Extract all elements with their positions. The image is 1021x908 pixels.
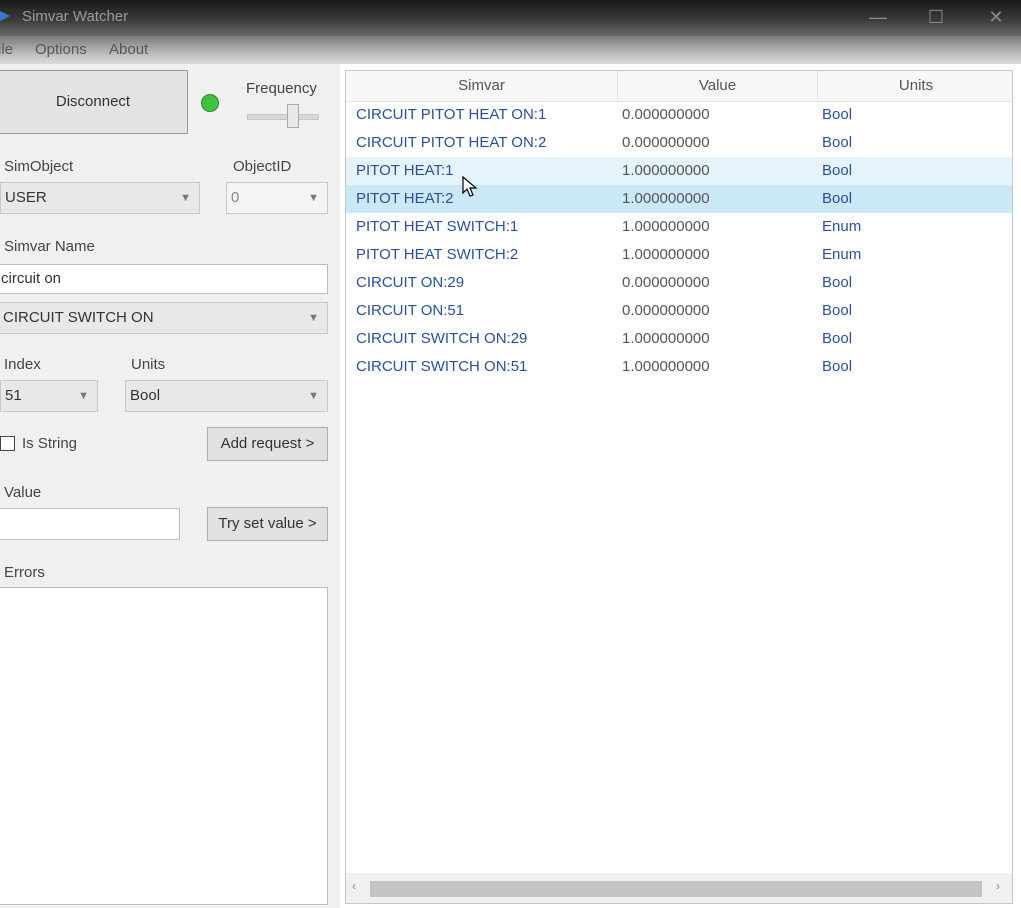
simobject-value: USER bbox=[5, 189, 47, 206]
simvar-cell: CIRCUIT SWITCH ON:51 bbox=[356, 358, 528, 375]
frequency-slider-thumb[interactable] bbox=[287, 104, 299, 128]
column-header-simvar[interactable]: Simvar bbox=[346, 71, 618, 101]
menu-bar: ile Options About bbox=[0, 36, 1021, 64]
objectid-label: ObjectID bbox=[233, 158, 292, 175]
chevron-down-icon: ▼ bbox=[308, 192, 319, 204]
frequency-label: Frequency bbox=[246, 80, 317, 97]
value-cell: 0.000000000 bbox=[622, 302, 710, 319]
mouse-cursor-icon bbox=[462, 176, 478, 197]
app-icon bbox=[0, 11, 10, 21]
simvar-select[interactable]: CIRCUIT SWITCH ON ▼ bbox=[0, 302, 328, 334]
errors-label: Errors bbox=[4, 564, 45, 581]
index-select[interactable]: 51 ▼ bbox=[0, 380, 98, 412]
units-cell: Bool bbox=[822, 274, 853, 291]
simvar-select-value: CIRCUIT SWITCH ON bbox=[3, 309, 154, 326]
try-set-value-button[interactable]: Try set value > bbox=[207, 507, 328, 541]
table-row[interactable]: CIRCUIT ON:29 0.000000000 Bool bbox=[346, 269, 1012, 297]
units-cell: Bool bbox=[822, 134, 853, 151]
scroll-right-icon[interactable]: › bbox=[996, 879, 1000, 893]
value-cell: 1.000000000 bbox=[622, 358, 710, 375]
scrollbar-thumb[interactable] bbox=[370, 881, 982, 897]
connection-status-indicator bbox=[201, 94, 219, 112]
value-cell: 1.000000000 bbox=[622, 330, 710, 347]
menu-about[interactable]: About bbox=[109, 41, 148, 58]
disconnect-button[interactable]: Disconnect bbox=[0, 70, 188, 134]
table-row[interactable]: PITOT HEAT:1 1.000000000 Bool bbox=[346, 157, 1012, 185]
units-label: Units bbox=[131, 356, 166, 373]
minimize-button[interactable]: — bbox=[858, 4, 898, 30]
simvar-cell: PITOT HEAT:2 bbox=[356, 190, 454, 207]
table-row[interactable]: CIRCUIT ON:51 0.000000000 Bool bbox=[346, 297, 1012, 325]
table-row[interactable]: CIRCUIT PITOT HEAT ON:1 0.000000000 Bool bbox=[346, 101, 1012, 129]
frequency-slider-track[interactable] bbox=[247, 114, 319, 120]
maximize-button[interactable]: ☐ bbox=[916, 4, 956, 30]
table-row[interactable]: CIRCUIT SWITCH ON:29 1.000000000 Bool bbox=[346, 325, 1012, 353]
value-label: Value bbox=[4, 484, 42, 501]
table-row[interactable]: PITOT HEAT:2 1.000000000 Bool bbox=[346, 185, 1012, 213]
control-panel: Disconnect Frequency SimObject USER ▼ Ob… bbox=[0, 64, 340, 908]
simvar-cell: PITOT HEAT SWITCH:2 bbox=[356, 246, 519, 263]
objectid-value: 0 bbox=[231, 189, 240, 206]
units-select[interactable]: Bool ▼ bbox=[125, 380, 328, 412]
index-value: 51 bbox=[5, 387, 22, 404]
simvar-name-input[interactable]: circuit on bbox=[0, 264, 328, 294]
value-cell: 0.000000000 bbox=[622, 274, 710, 291]
simobject-select[interactable]: USER ▼ bbox=[0, 182, 200, 214]
simvar-cell: CIRCUIT SWITCH ON:29 bbox=[356, 330, 528, 347]
column-header-units[interactable]: Units bbox=[818, 71, 1012, 101]
is-string-checkbox[interactable] bbox=[0, 436, 15, 451]
units-cell: Bool bbox=[822, 358, 853, 375]
units-value: Bool bbox=[130, 387, 161, 404]
table-row[interactable]: CIRCUIT SWITCH ON:51 1.000000000 Bool bbox=[346, 353, 1012, 381]
units-cell: Bool bbox=[822, 330, 853, 347]
units-cell: Bool bbox=[822, 190, 853, 207]
units-cell: Enum bbox=[822, 246, 862, 263]
value-cell: 1.000000000 bbox=[622, 218, 710, 235]
value-cell: 0.000000000 bbox=[622, 134, 710, 151]
simobject-label: SimObject bbox=[4, 158, 74, 175]
units-cell: Bool bbox=[822, 162, 853, 179]
objectid-select[interactable]: 0 ▼ bbox=[226, 182, 328, 214]
simvar-cell: PITOT HEAT SWITCH:1 bbox=[356, 218, 519, 235]
menu-file[interactable]: ile bbox=[0, 41, 13, 58]
is-string-label: Is String bbox=[22, 435, 78, 452]
chevron-down-icon: ▼ bbox=[308, 390, 319, 402]
units-cell: Bool bbox=[822, 106, 853, 123]
simvar-cell: CIRCUIT ON:51 bbox=[356, 302, 465, 319]
value-cell: 1.000000000 bbox=[622, 246, 710, 263]
index-label: Index bbox=[4, 356, 41, 373]
units-cell: Bool bbox=[822, 302, 853, 319]
simvar-cell: CIRCUIT PITOT HEAT ON:1 bbox=[356, 106, 547, 123]
table-header: Simvar Value Units bbox=[346, 71, 1012, 102]
simvar-cell: CIRCUIT ON:29 bbox=[356, 274, 465, 291]
simvar-name-label: Simvar Name bbox=[4, 238, 95, 255]
table-row[interactable]: CIRCUIT PITOT HEAT ON:2 0.000000000 Bool bbox=[346, 129, 1012, 157]
simvar-cell: PITOT HEAT:1 bbox=[356, 162, 454, 179]
value-cell: 0.000000000 bbox=[622, 106, 710, 123]
errors-textarea[interactable] bbox=[0, 587, 328, 905]
chevron-down-icon: ▼ bbox=[78, 390, 89, 402]
window-title: Simvar Watcher bbox=[22, 8, 129, 25]
close-button[interactable]: ✕ bbox=[976, 4, 1016, 30]
units-cell: Enum bbox=[822, 218, 862, 235]
chevron-down-icon: ▼ bbox=[308, 312, 319, 324]
chevron-down-icon: ▼ bbox=[180, 192, 191, 204]
scroll-left-icon[interactable]: ‹ bbox=[352, 879, 356, 893]
add-request-button[interactable]: Add request > bbox=[207, 427, 328, 461]
value-cell: 1.000000000 bbox=[622, 190, 710, 207]
title-bar: Simvar Watcher — ☐ ✕ bbox=[0, 0, 1021, 36]
menu-options[interactable]: Options bbox=[35, 41, 87, 58]
column-header-value[interactable]: Value bbox=[618, 71, 818, 101]
value-input[interactable] bbox=[0, 508, 180, 540]
simvar-table: Simvar Value Units CIRCUIT PITOT HEAT ON… bbox=[345, 70, 1013, 904]
table-row[interactable]: PITOT HEAT SWITCH:1 1.000000000 Enum bbox=[346, 213, 1012, 241]
value-cell: 1.000000000 bbox=[622, 162, 710, 179]
table-row[interactable]: PITOT HEAT SWITCH:2 1.000000000 Enum bbox=[346, 241, 1012, 269]
horizontal-scrollbar[interactable]: ‹ › bbox=[346, 873, 1012, 903]
simvar-cell: CIRCUIT PITOT HEAT ON:2 bbox=[356, 134, 547, 151]
